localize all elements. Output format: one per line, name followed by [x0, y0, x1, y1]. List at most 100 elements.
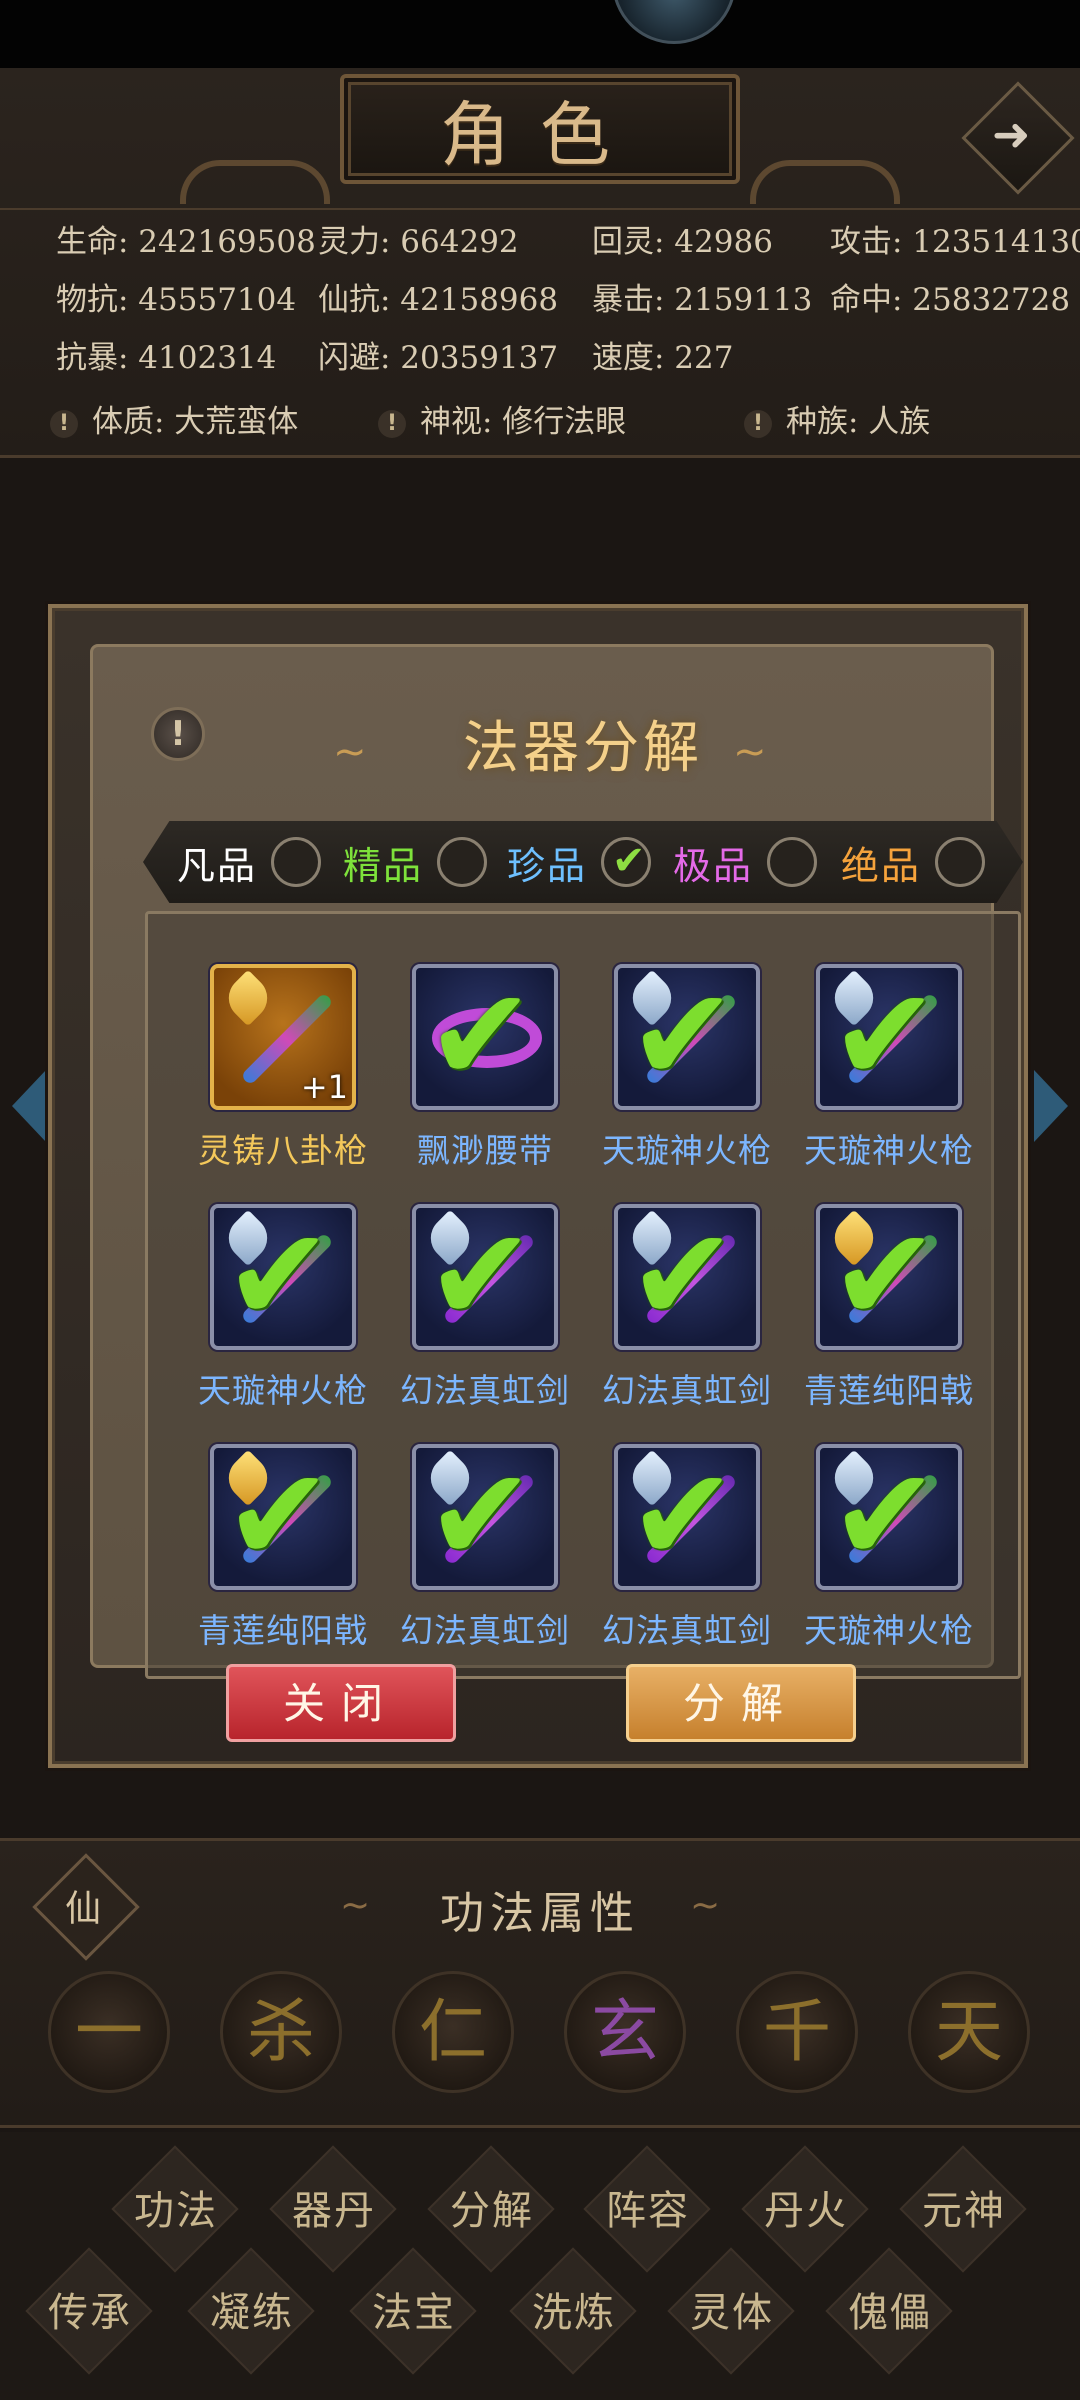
trait-race[interactable]: ! 种族: 人族 [744, 396, 930, 441]
equipment-item[interactable]: ✔ 幻法真虹剑 [390, 1204, 590, 1424]
weapon-head-icon [219, 969, 277, 1027]
item-slot[interactable]: ✔ [412, 964, 558, 1110]
item-slot[interactable]: ✔ [614, 1204, 760, 1350]
nav-label: 阵容 [606, 2188, 690, 2234]
stat-hit: 命中: 25832728 [830, 282, 1071, 318]
nav-label: 洗炼 [532, 2290, 616, 2336]
filter-fine[interactable]: 精品 [343, 821, 488, 903]
nav-label: 丹火 [764, 2188, 848, 2234]
stat-regen: 回灵: 42986 [592, 224, 773, 260]
nav-label: 灵体 [690, 2290, 774, 2336]
nav-lingti[interactable]: 灵体 [668, 2260, 796, 2356]
rune-slot[interactable]: 玄 [564, 1971, 686, 2093]
item-slot[interactable]: ✔ [614, 1444, 760, 1590]
item-name: 灵铸八卦枪 [198, 1131, 368, 1170]
trait-vision-label: 神视: 修行法眼 [420, 404, 627, 440]
item-slot[interactable]: ✔ [816, 1444, 962, 1590]
filter-rare[interactable]: 珍品 ✔ [507, 821, 652, 903]
stat-dodge: 闪避: 20359137 [318, 340, 559, 376]
item-slot[interactable]: ✔ [210, 1444, 356, 1590]
filter-label: 极品 [673, 843, 754, 888]
selected-check-icon: ✔ [830, 964, 939, 1110]
nav-qidan[interactable]: 器丹 [270, 2158, 398, 2254]
rune-slot[interactable]: 千 [736, 1971, 858, 2093]
equipment-item[interactable]: ✔ 幻法真虹剑 [592, 1204, 792, 1424]
quality-filter-bar: 凡品 精品 珍品 ✔ 极品 绝品 [143, 821, 1023, 903]
filter-label: 精品 [343, 843, 424, 888]
selected-check-icon: ✔ [224, 1444, 333, 1590]
selected-check-icon: ✔ [830, 1204, 939, 1350]
stat-phys-def: 物抗: 45557104 [56, 282, 297, 318]
page-title: 角色 [440, 93, 640, 176]
equipment-item[interactable]: ✔ 天璇神火枪 [188, 1204, 388, 1424]
selected-check-icon: ✔ [426, 1204, 535, 1350]
equipment-item[interactable]: ✔ 青莲纯阳戟 [794, 1204, 994, 1424]
rune-slot[interactable]: 一 [48, 1971, 170, 2093]
equipment-item[interactable]: ✔ 幻法真虹剑 [592, 1444, 792, 1664]
filter-checkbox[interactable] [437, 837, 488, 887]
immortal-badge[interactable]: 仙 [32, 1853, 140, 1961]
item-slot[interactable]: ✔ [816, 964, 962, 1110]
swirl-right-icon: ~ [690, 1885, 721, 1926]
item-slot[interactable]: ✔ [614, 964, 760, 1110]
next-arrow-icon[interactable] [1034, 1070, 1068, 1142]
filter-checkbox[interactable] [767, 837, 818, 887]
rune-slot[interactable]: 仁 [392, 1971, 514, 2093]
item-name: 天璇神火枪 [804, 1611, 974, 1650]
item-slot[interactable]: +1 [210, 964, 356, 1110]
filter-label: 绝品 [841, 843, 922, 888]
nav-decompose[interactable]: 分解 [428, 2158, 556, 2254]
stat-magic-def: 仙抗: 42158968 [318, 282, 559, 318]
selected-check-icon: ✔ [628, 1204, 737, 1350]
item-slot[interactable]: ✔ [412, 1444, 558, 1590]
filter-common[interactable]: 凡品 [177, 821, 322, 903]
nav-chuancheng[interactable]: 传承 [26, 2260, 154, 2356]
nav-yuanshen[interactable]: 元神 [900, 2158, 1028, 2254]
title-swirl-left-icon: ~ [333, 729, 367, 775]
equipment-item[interactable]: +1 灵铸八卦枪 [188, 964, 388, 1184]
title-swirl-right-icon: ~ [733, 729, 767, 775]
equipment-item[interactable]: ✔ 幻法真虹剑 [390, 1444, 590, 1664]
info-icon: ! [744, 409, 772, 438]
enhance-level: +1 [300, 1068, 348, 1106]
equipment-item[interactable]: ✔ 青莲纯阳戟 [188, 1444, 388, 1664]
item-slot[interactable]: ✔ [816, 1204, 962, 1350]
stat-crit: 暴击: 2159113 [592, 282, 813, 318]
nav-kuilei[interactable]: 傀儡 [826, 2260, 954, 2356]
mascot-avatar-icon[interactable] [612, 0, 736, 44]
nav-danhuo[interactable]: 丹火 [742, 2158, 870, 2254]
equipment-item[interactable]: ✔ 天璇神火枪 [794, 1444, 994, 1664]
nav-fabao[interactable]: 法宝 [350, 2260, 478, 2356]
help-icon[interactable]: ! [151, 707, 205, 761]
trait-vision[interactable]: ! 神视: 修行法眼 [378, 396, 626, 441]
filter-checkbox[interactable] [935, 837, 986, 887]
equipment-item[interactable]: ✔ 天璇神火枪 [794, 964, 994, 1184]
filter-checkbox[interactable]: ✔ [601, 837, 652, 887]
item-slot[interactable]: ✔ [412, 1204, 558, 1350]
stat-speed: 速度: 227 [592, 340, 734, 376]
nav-label: 功法 [134, 2188, 218, 2234]
nav-formation[interactable]: 阵容 [584, 2158, 712, 2254]
prev-arrow-icon[interactable] [12, 1070, 46, 1142]
skill-attribute-title: 功法属性 [440, 1888, 640, 1939]
filter-epic[interactable]: 极品 [673, 821, 818, 903]
equipment-item[interactable]: ✔ 飘渺腰带 [390, 964, 590, 1184]
nav-label: 元神 [922, 2188, 1006, 2234]
item-grid: +1 灵铸八卦枪 ✔ 飘渺腰带 ✔ 天璇神火枪 ✔ 天璇神火枪 ✔ 天璇神火枪 ✔ 幻法真虹剑 ✔ 幻法真… [145, 911, 1021, 1679]
item-name: 青莲纯阳戟 [804, 1371, 974, 1410]
close-button[interactable]: 关闭 [226, 1664, 456, 1742]
rune-slot[interactable]: 天 [908, 1971, 1030, 2093]
filter-legendary[interactable]: 绝品 [841, 821, 986, 903]
filter-checkbox[interactable] [271, 837, 322, 887]
rune-slot[interactable]: 杀 [220, 1971, 342, 2093]
item-slot[interactable]: ✔ [210, 1204, 356, 1350]
nav-gongfa[interactable]: 功法 [112, 2158, 240, 2254]
equipment-item[interactable]: ✔ 天璇神火枪 [592, 964, 792, 1184]
nav-xilian[interactable]: 洗炼 [510, 2260, 638, 2356]
decompose-dialog: ! ~ 法器分解 ~ 凡品 精品 珍品 ✔ 极品 绝品 +1 灵铸八卦枪 ✔ 飘… [48, 604, 1028, 1768]
item-name: 青莲纯阳戟 [198, 1611, 368, 1650]
trait-physique[interactable]: ! 体质: 大荒蛮体 [50, 396, 298, 441]
bottom-nav: 功法 器丹 分解 阵容 丹火 元神 传承 凝练 法宝 洗炼 灵体 傀儡 [0, 2132, 1080, 2400]
nav-ninglian[interactable]: 凝练 [188, 2260, 316, 2356]
decompose-button[interactable]: 分解 [626, 1664, 856, 1742]
